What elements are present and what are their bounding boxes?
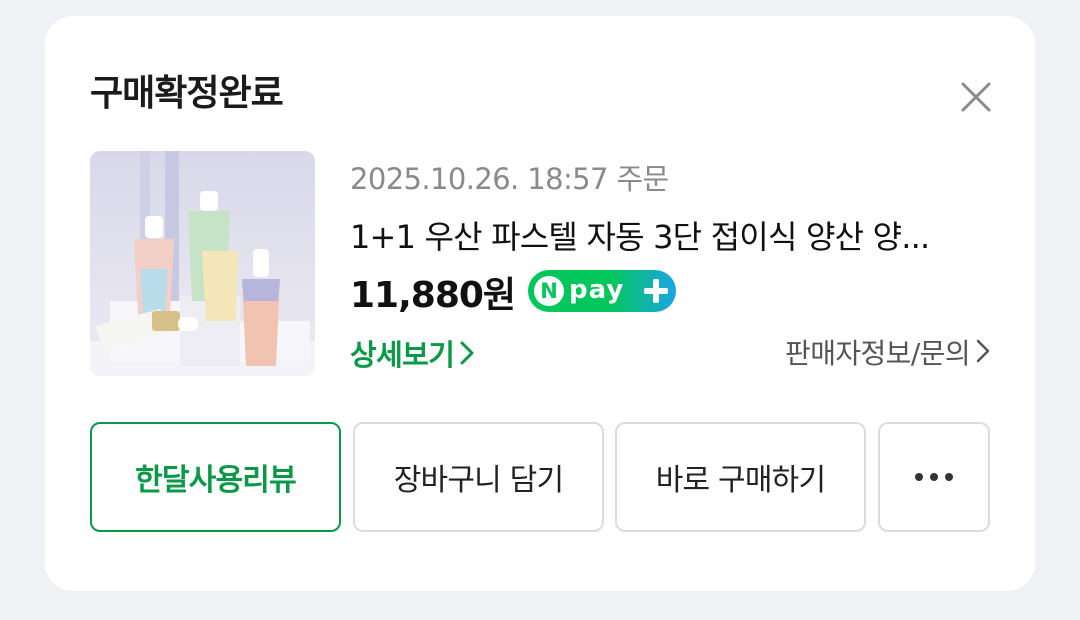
npay-plus-badge: N pay (528, 270, 676, 312)
detail-view-label: 상세보기 (350, 338, 455, 372)
chevron-right-icon (460, 338, 474, 372)
chevron-right-icon (976, 337, 990, 370)
product-name[interactable]: 1+1 우산 파스텔 자동 3단 접이식 양산 양... (350, 212, 990, 258)
product-price: 11,880원 (350, 275, 516, 316)
more-options-button[interactable] (878, 422, 990, 532)
seller-info-label: 판매자정보/문의 (785, 337, 971, 370)
monthly-review-button[interactable]: 한달사용리뷰 (90, 422, 341, 532)
purchase-confirmed-card: 구매확정완료 2025.10.26. 18:57 주문 1+1 우산 파스텔 자… (45, 16, 1035, 591)
detail-view-link[interactable]: 상세보기 (350, 332, 474, 374)
add-to-cart-button[interactable]: 장바구니 담기 (353, 422, 604, 532)
npay-label: pay (569, 275, 625, 305)
order-date: 2025.10.26. 18:57 주문 (350, 162, 669, 196)
more-dots-icon (915, 473, 953, 481)
umbrella-product-image (90, 151, 315, 376)
product-thumbnail[interactable] (90, 151, 315, 376)
seller-info-link[interactable]: 판매자정보/문의 (785, 332, 990, 372)
plus-icon (640, 275, 672, 307)
card-title: 구매확정완료 (90, 73, 284, 114)
npay-n-icon: N (534, 276, 564, 306)
close-icon[interactable] (953, 74, 999, 120)
buy-now-button[interactable]: 바로 구매하기 (615, 422, 866, 532)
